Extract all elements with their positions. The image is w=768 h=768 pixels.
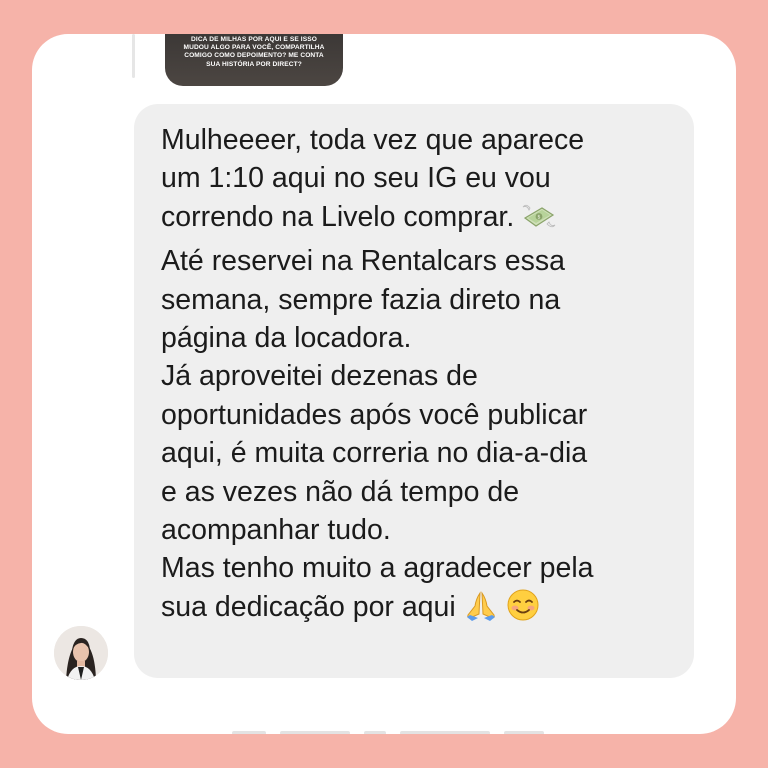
message-line: Até reservei na Rentalcars essa bbox=[161, 245, 565, 278]
message-line: página da locadora. bbox=[161, 322, 412, 355]
cut-off-caption bbox=[232, 731, 572, 734]
folded-hands-icon bbox=[464, 590, 498, 632]
message-line: acompanhar tudo. bbox=[161, 514, 391, 547]
smiling-face-icon bbox=[506, 588, 540, 632]
message-line: sua dedicação por aqui bbox=[161, 588, 681, 632]
story-thumbnail[interactable]: DICA DE MILHAS POR AQUI E SE ISSO MUDOU … bbox=[165, 34, 343, 86]
message-line-text: correndo na Livelo comprar. bbox=[161, 200, 515, 233]
dm-card: DICA DE MILHAS POR AQUI E SE ISSO MUDOU … bbox=[32, 34, 736, 734]
reply-indicator-line bbox=[132, 34, 135, 78]
message-line: um 1:10 aqui no seu IG eu vou bbox=[161, 162, 551, 195]
message-line: Mas tenho muito a agradecer pela bbox=[161, 552, 594, 585]
story-thumbnail-text: DICA DE MILHAS POR AQUI E SE ISSO MUDOU … bbox=[183, 36, 325, 68]
message-bubble[interactable]: Mulheeeer, toda vez que aparece um 1:10 … bbox=[134, 104, 694, 678]
sender-avatar[interactable] bbox=[54, 626, 108, 680]
message-line: aqui, é muita correria no dia-a-dia bbox=[161, 437, 588, 470]
svg-text:$: $ bbox=[538, 214, 541, 220]
message-line: e as vezes não dá tempo de bbox=[161, 475, 520, 508]
message-line-text: sua dedicação por aqui bbox=[161, 590, 456, 623]
message-line: semana, sempre fazia direto na bbox=[161, 283, 561, 316]
message-line: correndo na Livelo comprar. $ bbox=[161, 198, 681, 242]
money-with-wings-icon: $ bbox=[522, 202, 556, 242]
message-line: Já aproveitei dezenas de bbox=[161, 360, 478, 393]
message-text: Mulheeeer, toda vez que aparece um 1:10 … bbox=[161, 121, 681, 632]
message-line: oportunidades após você publicar bbox=[161, 398, 588, 431]
message-line: Mulheeeer, toda vez que aparece bbox=[161, 124, 585, 156]
